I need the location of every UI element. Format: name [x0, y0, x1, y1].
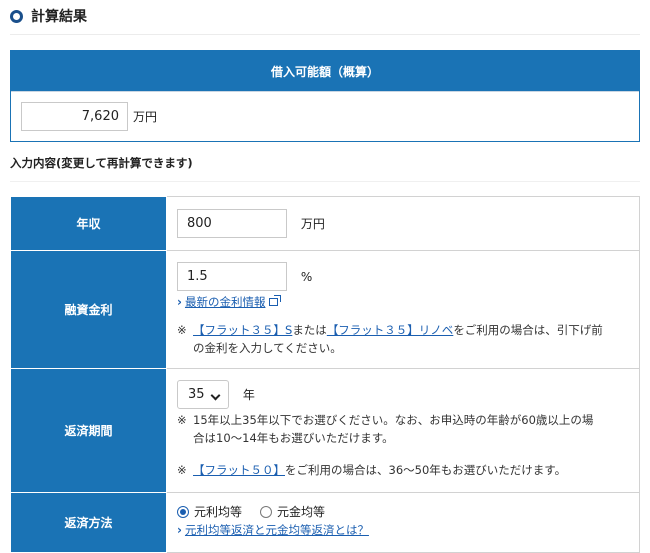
- section-title-text: 計算結果: [31, 9, 87, 25]
- period-note-2-text: 【フラット５０】をご利用の場合は、36～50年もお選びいただけます。: [193, 461, 566, 479]
- row-method: 返済方法 元利均等 元金均等 › 元利均等返済と元金均等返済とは？: [10, 492, 640, 553]
- period-unit: 年: [242, 388, 255, 402]
- income-unit: 万円: [300, 217, 325, 231]
- method-radio-group: 元利均等 元金均等: [177, 503, 639, 520]
- radio-equal-payment[interactable]: 元利均等: [177, 503, 242, 520]
- rate-note: ※ 【フラット３５】Sまたは【フラット３５】リノベをご利用の場合は、引下げ前の金…: [177, 321, 639, 357]
- flat35-renove-link[interactable]: 【フラット３５】リノベ: [327, 323, 454, 337]
- chevron-down-icon: [210, 390, 221, 401]
- rate-note-after: をご利用の場合は、引下げ前: [453, 323, 603, 337]
- result-body: 7,620 万円: [11, 91, 639, 141]
- flat50-link[interactable]: 【フラット５０】: [193, 463, 285, 477]
- section-title: 計算結果: [10, 6, 87, 26]
- rate-note-mid: または: [292, 323, 327, 337]
- rate-label: 融資金利: [10, 250, 167, 369]
- divider: [10, 34, 640, 35]
- radio-equal-payment-label: 元利均等: [194, 505, 243, 519]
- income-input[interactable]: 800: [177, 209, 287, 238]
- external-link-icon: [269, 295, 282, 306]
- period-note-1: ※ 15年以上35年以下でお選びください。なお、お申込時の年齢が60歳以上の場合…: [177, 411, 639, 447]
- method-cell: 元利均等 元金均等 › 元利均等返済と元金均等返済とは？: [166, 492, 640, 553]
- divider: [10, 181, 640, 182]
- rate-cell: 1.5 % › 最新の金利情報 ※ 【フラット３５】Sまたは【フラット３５】リノベ…: [166, 250, 640, 369]
- result-unit: 万円: [133, 110, 158, 124]
- period-note-2-after: をご利用の場合は、36～50年もお選びいただけます。: [285, 463, 567, 477]
- rate-input[interactable]: 1.5: [177, 262, 287, 291]
- period-note-1-text: 15年以上35年以下でお選びください。なお、お申込時の年齢が60歳以上の場 合は1…: [193, 411, 593, 447]
- method-label: 返済方法: [10, 492, 167, 553]
- chevron-right-icon: ›: [177, 295, 182, 309]
- repayment-method-link[interactable]: 元利均等返済と元金均等返済とは？: [185, 523, 369, 537]
- latest-rate-link[interactable]: 最新の金利情報: [185, 295, 266, 309]
- row-period: 返済期間 35 年 ※ 15年以上35年以下でお選びください。なお、お申込時の年…: [10, 368, 640, 493]
- period-note-1-line1: 15年以上35年以下でお選びください。なお、お申込時の年齢が60歳以上の場: [193, 413, 594, 427]
- period-note-2: ※ 【フラット５０】をご利用の場合は、36～50年もお選びいただけます。: [177, 461, 639, 479]
- chevron-right-icon: ›: [177, 523, 182, 537]
- rate-unit: %: [300, 269, 313, 284]
- radio-selected-icon[interactable]: [177, 505, 189, 518]
- input-form: 年収 800 万円 融資金利 1.5 % › 最新の金利情報 ※ 【フラット３５】…: [10, 196, 640, 553]
- note-mark: ※: [177, 463, 187, 477]
- result-amount-field: 7,620: [21, 102, 128, 131]
- radio-equal-principal-label: 元金均等: [277, 505, 326, 519]
- note-mark: ※: [177, 413, 187, 427]
- ring-icon: [10, 9, 23, 23]
- rate-note-line2: の金利を入力してください。: [193, 341, 342, 355]
- period-note-1-line2: 合は10～14年もお選びいただけます。: [193, 431, 394, 445]
- income-cell: 800 万円: [166, 196, 640, 251]
- row-rate: 融資金利 1.5 % › 最新の金利情報 ※ 【フラット３５】Sまたは【フラット３…: [10, 250, 640, 369]
- rate-link-line: › 最新の金利情報: [177, 294, 639, 310]
- period-select[interactable]: 35: [177, 380, 229, 409]
- row-income: 年収 800 万円: [10, 196, 640, 251]
- radio-equal-principal[interactable]: 元金均等: [260, 503, 325, 520]
- result-header: 借入可能額（概算）: [11, 51, 639, 91]
- income-label: 年収: [10, 196, 167, 251]
- flat35s-link[interactable]: 【フラット３５】S: [193, 323, 292, 337]
- period-label: 返済期間: [10, 368, 167, 493]
- radio-unselected-icon[interactable]: [260, 505, 273, 518]
- period-selected-value: 35: [188, 387, 205, 402]
- inputs-title: 入力内容(変更して再計算できます): [10, 156, 193, 170]
- note-mark: ※: [177, 323, 187, 337]
- method-link-line: › 元利均等返済と元金均等返済とは？: [177, 522, 639, 538]
- result-panel: 借入可能額（概算） 7,620 万円: [10, 50, 640, 142]
- rate-note-text: 【フラット３５】Sまたは【フラット３５】リノベをご利用の場合は、引下げ前の金利を…: [193, 321, 603, 357]
- period-cell: 35 年 ※ 15年以上35年以下でお選びください。なお、お申込時の年齢が60歳…: [166, 368, 640, 493]
